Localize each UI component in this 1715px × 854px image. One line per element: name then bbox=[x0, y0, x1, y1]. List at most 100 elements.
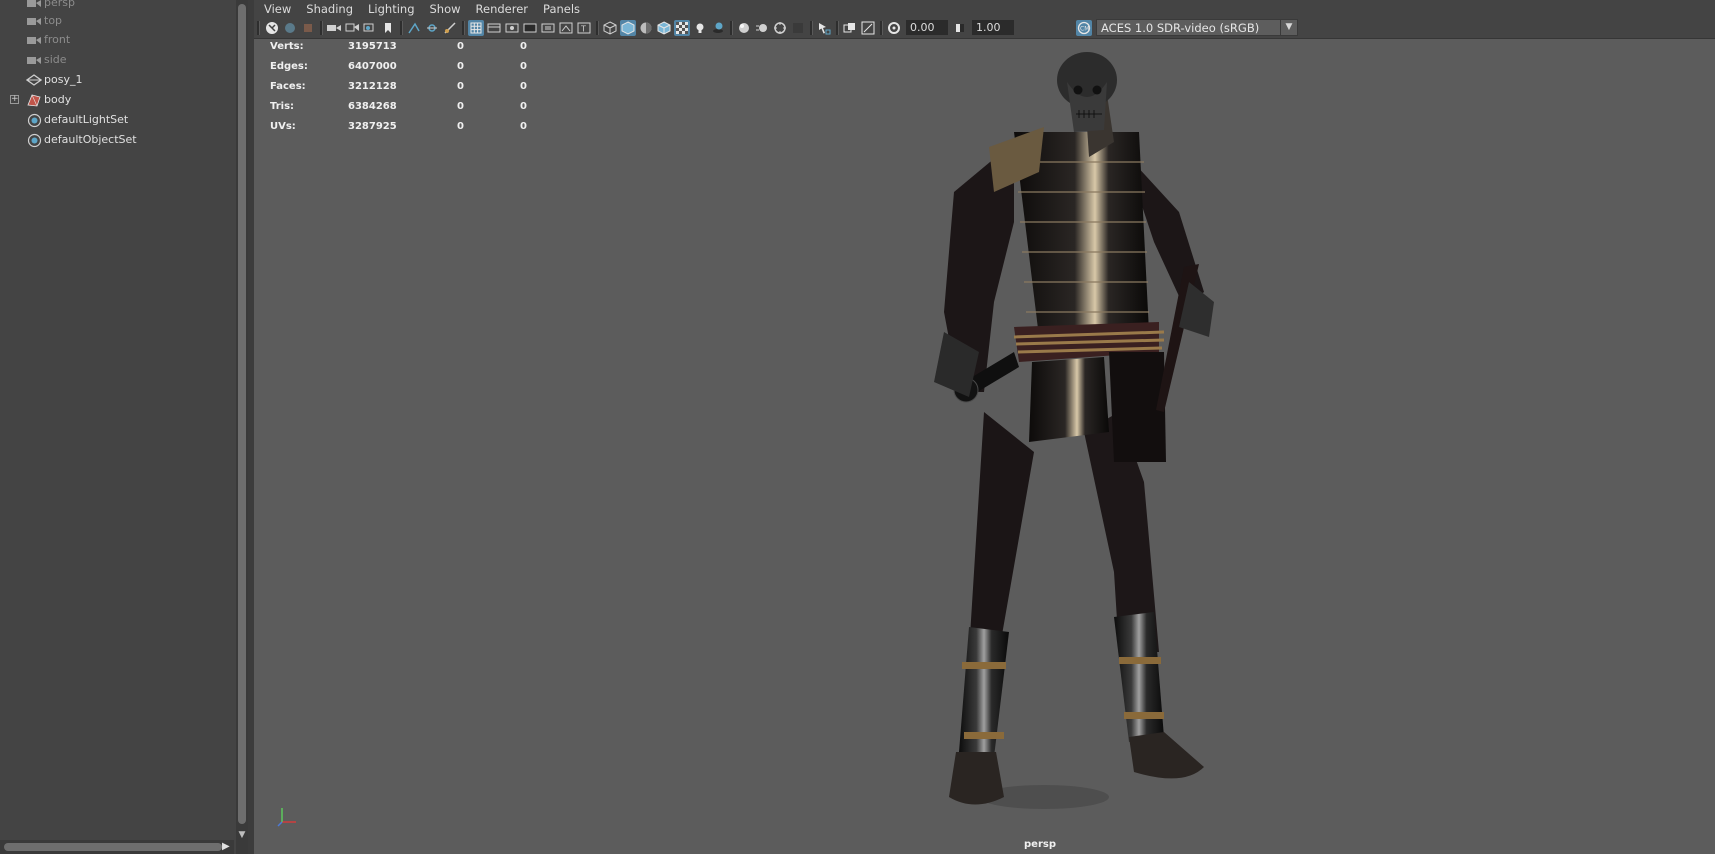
shadows-icon[interactable] bbox=[710, 20, 726, 36]
viewport-panel[interactable]: View Shading Lighting Show Renderer Pane… bbox=[254, 0, 1715, 854]
svg-text:T: T bbox=[580, 25, 586, 34]
exposure-icon[interactable] bbox=[886, 20, 902, 36]
safe-action-icon[interactable] bbox=[558, 20, 574, 36]
camera-icon bbox=[26, 0, 42, 10]
hud-row-uvs: UVs: 3287925 0 0 bbox=[270, 119, 590, 139]
grid-icon[interactable] bbox=[468, 20, 484, 36]
hud-row-verts: Verts: 3195713 0 0 bbox=[270, 39, 590, 59]
hud-value: 6407000 bbox=[348, 61, 397, 72]
toolbar-separator bbox=[462, 21, 465, 35]
viewport-toolbar: T 0.00 1.00 CM ACES 1.0 SDR-video (sRGB)… bbox=[254, 18, 1715, 39]
grease-pencil-icon[interactable] bbox=[380, 20, 396, 36]
default-material-icon[interactable] bbox=[638, 20, 654, 36]
scroll-down-arrow-icon[interactable]: ▼ bbox=[237, 830, 247, 840]
hud-value: 6384268 bbox=[348, 101, 397, 112]
scrollbar-thumb[interactable] bbox=[4, 843, 222, 851]
hud-value: 0 bbox=[457, 121, 464, 132]
gamma-icon[interactable] bbox=[952, 20, 968, 36]
toolbar-separator bbox=[596, 21, 599, 35]
toolbar-separator bbox=[320, 21, 323, 35]
outliner-horizontal-scrollbar[interactable]: ▶ bbox=[0, 840, 234, 854]
safe-title-icon[interactable]: T bbox=[576, 20, 592, 36]
set-icon bbox=[26, 113, 42, 127]
snap-curve-icon[interactable] bbox=[424, 20, 440, 36]
hud-value: 3195713 bbox=[348, 41, 397, 52]
hud-label: Faces: bbox=[270, 81, 306, 92]
outliner-item-label: front bbox=[44, 33, 71, 46]
outliner-item-top[interactable]: top bbox=[0, 12, 232, 30]
scroll-right-arrow-icon[interactable]: ▶ bbox=[222, 841, 230, 852]
hud-value: 0 bbox=[457, 41, 464, 52]
hud-value: 0 bbox=[520, 61, 527, 72]
scrollbar-thumb[interactable] bbox=[238, 4, 246, 824]
outliner-item-body[interactable]: + body bbox=[0, 91, 232, 109]
outliner-item-front[interactable]: front bbox=[0, 31, 232, 49]
camera-icon bbox=[26, 33, 42, 47]
outliner-item-persp[interactable]: persp bbox=[0, 0, 232, 12]
snap-point-icon[interactable] bbox=[442, 20, 458, 36]
hud-value: 0 bbox=[457, 81, 464, 92]
screen-space-ao-icon[interactable] bbox=[736, 20, 752, 36]
wireframe-icon[interactable] bbox=[602, 20, 618, 36]
gate-mask-icon[interactable] bbox=[522, 20, 538, 36]
mesh-icon bbox=[26, 93, 42, 107]
2d-pan-zoom-icon[interactable] bbox=[362, 20, 378, 36]
camera-attributes-icon[interactable] bbox=[282, 20, 298, 36]
hud-row-tris: Tris: 6384268 0 0 bbox=[270, 99, 590, 119]
hud-value: 3287925 bbox=[348, 121, 397, 132]
toolbar-separator bbox=[730, 21, 733, 35]
viewport-menubar: View Shading Lighting Show Renderer Pane… bbox=[254, 0, 1715, 18]
toolbar-separator bbox=[836, 21, 839, 35]
hud-value: 0 bbox=[520, 41, 527, 52]
outliner-item-defaultlightset[interactable]: defaultLightSet bbox=[0, 111, 232, 129]
textured-icon[interactable] bbox=[674, 20, 690, 36]
set-icon bbox=[26, 133, 42, 147]
film-gate-icon[interactable] bbox=[486, 20, 502, 36]
expand-icon[interactable]: + bbox=[10, 95, 19, 104]
image-plane-icon[interactable] bbox=[344, 20, 360, 36]
field-chart-icon[interactable] bbox=[540, 20, 556, 36]
outliner-item-posy-1[interactable]: posy_1 bbox=[0, 71, 232, 89]
menu-shading[interactable]: Shading bbox=[306, 2, 353, 16]
isolate-select-icon[interactable] bbox=[816, 20, 832, 36]
menu-lighting[interactable]: Lighting bbox=[368, 2, 414, 16]
anti-aliasing-icon[interactable] bbox=[772, 20, 788, 36]
resolution-gate-icon[interactable] bbox=[504, 20, 520, 36]
wireframe-on-shaded-icon[interactable] bbox=[656, 20, 672, 36]
outliner-item-label: top bbox=[44, 14, 63, 27]
view-transform-select[interactable]: ACES 1.0 SDR-video (sRGB) ▼ bbox=[1096, 19, 1298, 36]
toolbar-separator bbox=[257, 21, 260, 35]
menu-panels[interactable]: Panels bbox=[543, 2, 580, 16]
snap-grid-icon[interactable] bbox=[406, 20, 422, 36]
hud-row-edges: Edges: 6407000 0 0 bbox=[270, 59, 590, 79]
gamma-field[interactable]: 1.00 bbox=[972, 20, 1014, 35]
samurai-armor-model[interactable] bbox=[784, 52, 1384, 842]
depth-of-field-icon[interactable] bbox=[790, 20, 806, 36]
hud-label: Verts: bbox=[270, 41, 304, 52]
poly-count-hud: Verts: 3195713 0 0 Edges: 6407000 0 0 Fa… bbox=[270, 39, 590, 139]
xray-joints-icon[interactable] bbox=[860, 20, 876, 36]
menu-show[interactable]: Show bbox=[430, 2, 461, 16]
use-all-lights-icon[interactable] bbox=[692, 20, 708, 36]
bookmark-icon[interactable] bbox=[300, 20, 316, 36]
hud-label: UVs: bbox=[270, 121, 296, 132]
camera-icon bbox=[26, 14, 42, 28]
outliner-item-side[interactable]: side bbox=[0, 51, 232, 69]
outliner-item-defaultobjectset[interactable]: defaultObjectSet bbox=[0, 131, 232, 149]
camera-icon bbox=[26, 53, 42, 67]
outliner-vertical-scrollbar[interactable]: ▼ bbox=[236, 0, 248, 854]
menu-view[interactable]: View bbox=[264, 2, 291, 16]
hud-value: 0 bbox=[457, 61, 464, 72]
motion-blur-icon[interactable] bbox=[754, 20, 770, 36]
select-camera-icon[interactable] bbox=[264, 20, 280, 36]
camera-icon[interactable] bbox=[326, 20, 342, 36]
color-management-icon[interactable]: CM bbox=[1076, 20, 1092, 36]
menu-renderer[interactable]: Renderer bbox=[476, 2, 529, 16]
toolbar-separator bbox=[400, 21, 403, 35]
xray-icon[interactable] bbox=[842, 20, 858, 36]
chevron-down-icon[interactable]: ▼ bbox=[1280, 20, 1297, 35]
hud-value: 3212128 bbox=[348, 81, 397, 92]
smooth-shade-icon[interactable] bbox=[620, 20, 636, 36]
outliner-item-label: defaultLightSet bbox=[44, 113, 129, 126]
exposure-field[interactable]: 0.00 bbox=[906, 20, 948, 35]
